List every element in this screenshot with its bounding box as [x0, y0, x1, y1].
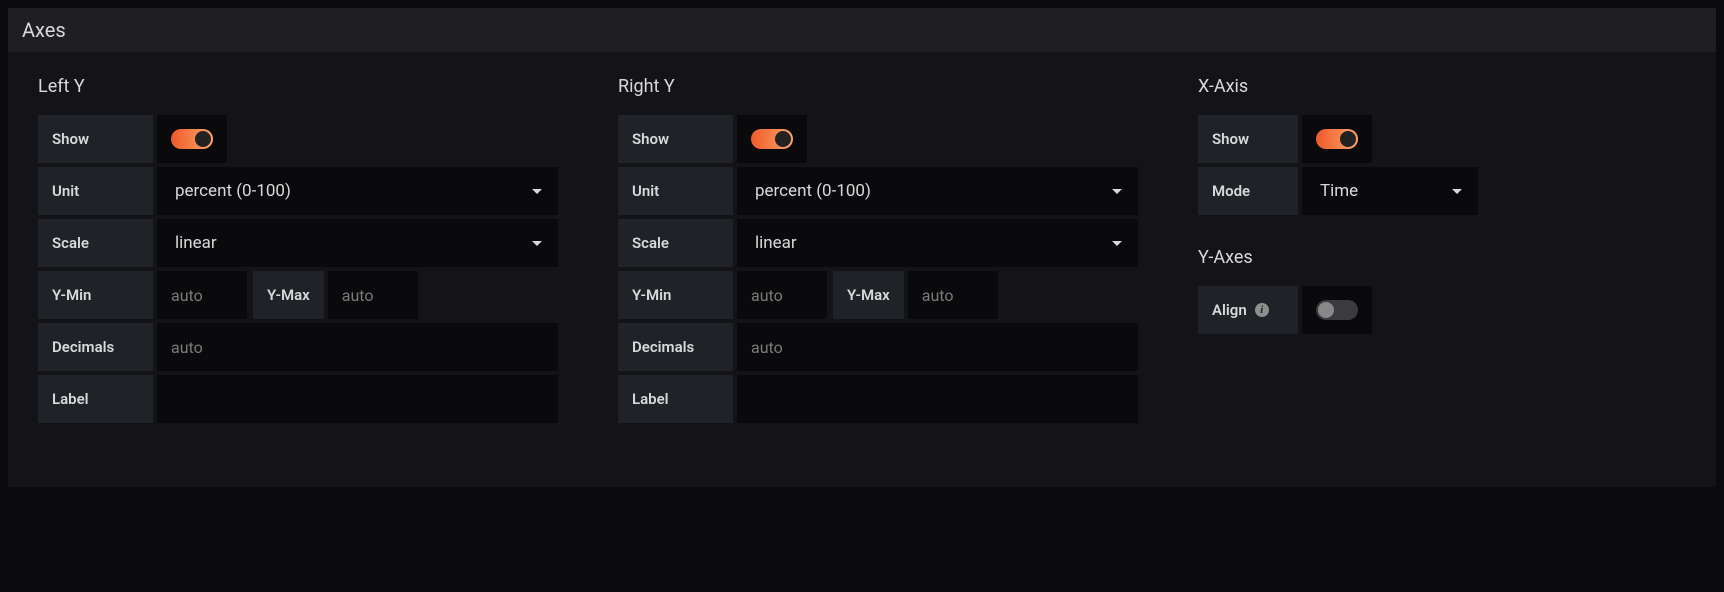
- x-axis-show-label: Show: [1198, 115, 1298, 163]
- right-y-ymax-label: Y-Max: [833, 271, 904, 319]
- left-y-unit-value: percent (0-100): [175, 181, 291, 201]
- right-y-title: Right Y: [618, 76, 1138, 97]
- left-y-show-label: Show: [38, 115, 153, 163]
- left-y-unit-select[interactable]: percent (0-100): [157, 167, 558, 215]
- info-icon[interactable]: i: [1255, 303, 1269, 317]
- caret-down-icon: [1112, 189, 1122, 194]
- left-y-ymax-input[interactable]: [328, 271, 418, 319]
- left-y-ymin-label: Y-Min: [38, 271, 153, 319]
- left-y-decimals-label: Decimals: [38, 323, 153, 371]
- left-y-ymax-label: Y-Max: [253, 271, 324, 319]
- left-y-decimals-input[interactable]: [157, 323, 558, 371]
- x-axis-show-toggle[interactable]: [1316, 129, 1358, 149]
- right-y-show-toggle[interactable]: [751, 129, 793, 149]
- right-y-decimals-label: Decimals: [618, 323, 733, 371]
- caret-down-icon: [1112, 241, 1122, 246]
- x-axis-title: X-Axis: [1198, 76, 1478, 97]
- x-axis-y-axes-section: X-Axis Show Mode Time Y-Axes Align: [1198, 76, 1478, 427]
- right-y-unit-value: percent (0-100): [755, 181, 871, 201]
- x-axis-mode-select[interactable]: Time: [1302, 167, 1478, 215]
- caret-down-icon: [532, 189, 542, 194]
- y-axes-align-toggle-wrap: [1302, 286, 1372, 334]
- y-axes-align-label: Align i: [1198, 286, 1298, 334]
- right-y-scale-label: Scale: [618, 219, 733, 267]
- right-y-section: Right Y Show Unit percent (0-100) Scale …: [618, 76, 1138, 427]
- right-y-ymin-label: Y-Min: [618, 271, 733, 319]
- right-y-unit-select[interactable]: percent (0-100): [737, 167, 1138, 215]
- x-axis-mode-value: Time: [1320, 181, 1358, 201]
- left-y-scale-select[interactable]: linear: [157, 219, 558, 267]
- left-y-section: Left Y Show Unit percent (0-100) Scale l…: [38, 76, 558, 427]
- left-y-scale-label: Scale: [38, 219, 153, 267]
- left-y-ymin-input[interactable]: [157, 271, 247, 319]
- right-y-ymin-input[interactable]: [737, 271, 827, 319]
- right-y-show-toggle-wrap: [737, 115, 807, 163]
- right-y-label-label: Label: [618, 375, 733, 423]
- right-y-scale-value: linear: [755, 233, 797, 253]
- panel-title: Axes: [8, 8, 1716, 52]
- left-y-show-toggle-wrap: [157, 115, 227, 163]
- right-y-ymax-input[interactable]: [908, 271, 998, 319]
- caret-down-icon: [1452, 189, 1462, 194]
- left-y-title: Left Y: [38, 76, 558, 97]
- left-y-show-toggle[interactable]: [171, 129, 213, 149]
- right-y-scale-select[interactable]: linear: [737, 219, 1138, 267]
- left-y-label-label: Label: [38, 375, 153, 423]
- right-y-unit-label: Unit: [618, 167, 733, 215]
- right-y-decimals-input[interactable]: [737, 323, 1138, 371]
- left-y-unit-label: Unit: [38, 167, 153, 215]
- y-axes-title: Y-Axes: [1198, 247, 1478, 268]
- caret-down-icon: [532, 241, 542, 246]
- y-axes-align-toggle[interactable]: [1316, 300, 1358, 320]
- right-y-label-input[interactable]: [737, 375, 1138, 423]
- left-y-label-input[interactable]: [157, 375, 558, 423]
- x-axis-mode-label: Mode: [1198, 167, 1298, 215]
- right-y-show-label: Show: [618, 115, 733, 163]
- left-y-scale-value: linear: [175, 233, 217, 253]
- x-axis-show-toggle-wrap: [1302, 115, 1372, 163]
